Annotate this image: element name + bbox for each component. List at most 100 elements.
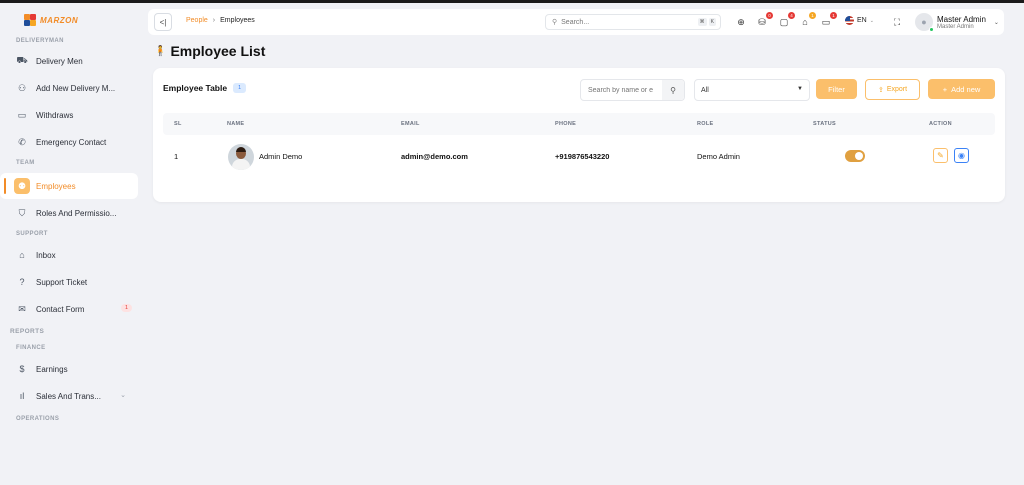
page-title: 🧍 Employee List [154, 43, 265, 59]
logo-icon [24, 14, 36, 26]
user-menu[interactable]: ● Master Admin Master Admin ⌄ [915, 11, 1000, 33]
online-status-dot [929, 27, 934, 32]
eye-icon: ◉ [958, 151, 965, 160]
user-icon: ● [921, 17, 927, 27]
sidebar-item-emergency-contact[interactable]: ✆ Emergency Contact [0, 129, 138, 155]
top-header: <| People › Employees ⚲ Search... ⌘ K ⊕ … [148, 9, 1004, 35]
filter-button[interactable]: Filter [816, 79, 857, 99]
search-button[interactable]: ⚲ [662, 80, 684, 100]
window-top-border [0, 0, 1024, 3]
sidebar-item-label: Support Ticket [36, 277, 88, 287]
sidebar-item-withdraws[interactable]: ▭ Withdraws [0, 102, 138, 128]
sidebar-item-roles-permissions[interactable]: ⛉ Roles And Permissio... [0, 200, 138, 226]
us-flag-icon [845, 16, 854, 25]
table-row: 1 Admin Demo admin@demo.com +91987654322… [163, 138, 995, 176]
view-button[interactable]: ◉ [954, 148, 969, 163]
table-title-text: Employee Table [163, 83, 228, 93]
card-icon: ▭ [17, 109, 27, 120]
cell-role: Demo Admin [697, 152, 740, 161]
section-title-team: TEAM [16, 160, 35, 166]
cell-name: Admin Demo [259, 152, 303, 161]
export-button[interactable]: ⇪ Export [865, 79, 920, 100]
role-filter-value: All [701, 86, 709, 94]
column-header-phone: PHONE [555, 121, 577, 127]
add-new-label: Add new [951, 84, 981, 94]
search-icon: ⚲ [552, 19, 558, 26]
inbox-icon: ⌂ [19, 250, 25, 260]
cart-icon[interactable]: ⛁ 0 [755, 12, 773, 29]
sidebar-item-label: Inbox [36, 250, 56, 260]
language-selector[interactable]: EN ⌄ [845, 16, 874, 25]
chevron-down-icon: ⌄ [120, 392, 126, 399]
breadcrumb-parent-link[interactable]: People [186, 17, 208, 24]
user-info: Master Admin Master Admin [937, 15, 986, 30]
sidebar-item-add-delivery-man[interactable]: ⚇ Add New Delivery M... [0, 75, 138, 101]
sidebar-item-label: Employees [36, 181, 76, 191]
truck-icon: ⛟ [16, 55, 28, 65]
user-plus-icon: ⚇ [17, 82, 27, 93]
column-header-name: NAME [227, 121, 245, 127]
cart-badge: 0 [766, 12, 773, 19]
k-key: K [708, 18, 716, 26]
section-title-reports: REPORTS [10, 328, 45, 335]
table-header: SL NAME EMAIL PHONE ROLE STATUS ACTION [163, 113, 995, 135]
sidebar-item-inbox[interactable]: ⌂ Inbox [0, 242, 138, 268]
keyboard-shortcut: ⌘ K [697, 18, 716, 26]
export-label: Export [886, 86, 908, 93]
sidebar-item-support-ticket[interactable]: ? Support Ticket [0, 269, 138, 295]
bar-chart-icon: ıl [19, 391, 25, 401]
column-header-sl: SL [174, 121, 182, 127]
search-placeholder: Search... [561, 18, 590, 26]
sidebar-item-label: Contact Form [36, 304, 85, 314]
store-glyph: ⌂ [802, 17, 808, 27]
message-icon[interactable]: ▢ 4 [777, 12, 795, 29]
role-filter-select[interactable]: All ▼ [694, 79, 810, 101]
sidebar-item-label: Withdraws [36, 110, 74, 120]
employee-table-card: Employee Table 1 ⚲ All ▼ Filter ⇪ Export… [153, 68, 1005, 202]
sidebar-item-employees[interactable]: ⚉ Employees [0, 173, 138, 199]
section-title-deliveryman: DELIVERYMAN [16, 38, 64, 44]
sidebar-item-contact-form[interactable]: ✉ Contact Form 1 [0, 296, 138, 322]
logo-text: MARZON [40, 15, 79, 25]
section-title-finance: FINANCE [16, 345, 46, 351]
sidebar-item-sales-transactions[interactable]: ıl Sales And Trans... ⌄ [0, 383, 138, 409]
wallet-badge: 1 [830, 12, 837, 19]
column-header-action: ACTION [929, 121, 952, 127]
employee-avatar [228, 144, 254, 170]
edit-button[interactable]: ✎ [933, 148, 948, 163]
shield-icon: ⛉ [18, 207, 26, 218]
help-icon: ? [19, 277, 25, 287]
store-badge: 1 [809, 12, 816, 19]
status-toggle[interactable] [845, 150, 865, 162]
pencil-icon: ✎ [937, 151, 944, 160]
users-icon: ⚉ [14, 178, 30, 194]
avatar: ● [915, 13, 934, 32]
chevron-down-icon: ⌄ [869, 17, 874, 24]
cell-sl: 1 [174, 152, 179, 161]
sidebar-item-label: Roles And Permissio... [36, 208, 117, 218]
plus-icon: + [942, 84, 948, 94]
store-icon[interactable]: ⌂ 1 [798, 12, 816, 29]
chevron-down-icon: ⌄ [993, 19, 999, 26]
collapse-icon: <| [159, 17, 167, 27]
sidebar-item-label: Emergency Contact [36, 137, 107, 147]
add-new-button[interactable]: + Add new [928, 79, 995, 99]
sidebar-item-label: Add New Delivery M... [36, 83, 116, 93]
page-title-text: Employee List [170, 43, 266, 59]
breadcrumb: People › Employees [186, 17, 255, 24]
fullscreen-icon[interactable]: ⛶ [890, 15, 904, 29]
globe-icon[interactable]: ⊕ [734, 15, 748, 29]
section-title-support: SUPPORT [16, 231, 48, 237]
sidebar: MARZON DELIVERYMAN ⛟ Delivery Men ⚇ Add … [0, 3, 145, 485]
dollar-icon: $ [19, 364, 25, 374]
language-code: EN [857, 17, 867, 24]
sidebar-item-delivery-men[interactable]: ⛟ Delivery Men [0, 48, 138, 74]
global-search-input[interactable]: ⚲ Search... ⌘ K [545, 14, 721, 30]
sidebar-item-earnings[interactable]: $ Earnings [0, 356, 138, 382]
count-badge: 1 [233, 83, 247, 93]
sidebar-toggle-button[interactable]: <| [154, 13, 172, 31]
table-search-input[interactable] [581, 81, 663, 99]
wallet-icon[interactable]: ▭ 1 [819, 12, 837, 29]
breadcrumb-separator: › [212, 17, 216, 24]
logo[interactable]: MARZON [0, 3, 145, 37]
